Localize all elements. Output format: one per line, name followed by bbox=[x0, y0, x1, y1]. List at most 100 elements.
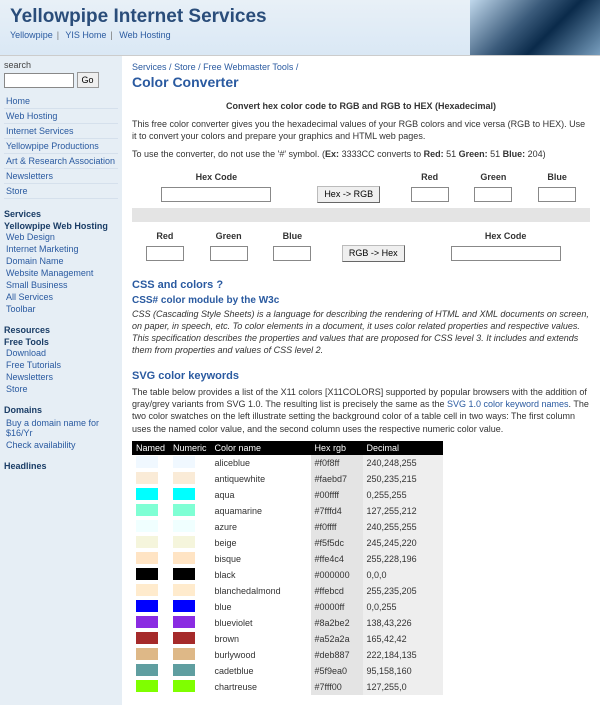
service-item-1[interactable]: Internet Marketing bbox=[4, 243, 118, 255]
color-dec: 127,255,0 bbox=[363, 679, 443, 695]
service-item-6[interactable]: Toolbar bbox=[4, 303, 118, 315]
services-list: Web DesignInternet MarketingDomain NameW… bbox=[4, 231, 118, 315]
color-dec: 240,255,255 bbox=[363, 519, 443, 535]
color-hex: #8a2be2 bbox=[311, 615, 363, 631]
search-button[interactable]: Go bbox=[77, 72, 99, 88]
crumb-services[interactable]: Services bbox=[132, 62, 167, 72]
crumb-tools[interactable]: Free Webmaster Tools bbox=[203, 62, 293, 72]
color-row: cadetblue#5f9ea095,158,160 bbox=[132, 663, 443, 679]
resource-item-0[interactable]: Download bbox=[4, 347, 118, 359]
swatch-numeric bbox=[173, 584, 195, 596]
hex-to-rgb-button[interactable]: Hex -> RGB bbox=[317, 186, 380, 203]
blue-output[interactable] bbox=[538, 187, 576, 202]
color-row: chartreuse#7fff00127,255,0 bbox=[132, 679, 443, 695]
nav-item-3[interactable]: Yellowpipe Productions bbox=[4, 139, 118, 154]
service-item-2[interactable]: Domain Name bbox=[4, 255, 118, 267]
swatch-named bbox=[136, 600, 158, 612]
color-name: aqua bbox=[211, 487, 311, 503]
topnav-yellowpipe[interactable]: Yellowpipe bbox=[10, 30, 53, 40]
svg-keyword-link[interactable]: SVG 1.0 color keyword names bbox=[447, 399, 569, 409]
green-input[interactable] bbox=[210, 246, 248, 261]
color-name: aliceblue bbox=[211, 455, 311, 471]
description: Convert hex color code to RGB and RGB to… bbox=[132, 100, 590, 161]
swatch-named bbox=[136, 456, 158, 468]
topnav-yis-home[interactable]: YIS Home bbox=[65, 30, 106, 40]
resource-item-3[interactable]: Store bbox=[4, 383, 118, 395]
swatch-named bbox=[136, 648, 158, 660]
color-dec: 0,0,0 bbox=[363, 567, 443, 583]
divider-band bbox=[132, 208, 590, 222]
color-dec: 245,245,220 bbox=[363, 535, 443, 551]
rgb-to-hex-button[interactable]: RGB -> Hex bbox=[342, 245, 405, 262]
swatch-named bbox=[136, 536, 158, 548]
main-content: Services / Store / Free Webmaster Tools … bbox=[122, 56, 600, 705]
nav-item-0[interactable]: Home bbox=[4, 94, 118, 109]
green-header: Green bbox=[462, 171, 524, 183]
svg-heading: SVG color keywords bbox=[132, 370, 590, 382]
color-row: brown#a52a2a165,42,42 bbox=[132, 631, 443, 647]
color-name: black bbox=[211, 567, 311, 583]
color-dec: 250,235,215 bbox=[363, 471, 443, 487]
color-dec: 127,255,212 bbox=[363, 503, 443, 519]
swatch-numeric bbox=[173, 680, 195, 692]
swatch-named bbox=[136, 584, 158, 596]
color-dec: 255,235,205 bbox=[363, 583, 443, 599]
service-item-5[interactable]: All Services bbox=[4, 291, 118, 303]
nav-item-6[interactable]: Store bbox=[4, 184, 118, 199]
swatch-named bbox=[136, 568, 158, 580]
hex-output[interactable] bbox=[451, 246, 561, 261]
resource-item-2[interactable]: Newsletters bbox=[4, 371, 118, 383]
color-row: aquamarine#7fffd4127,255,212 bbox=[132, 503, 443, 519]
nav-item-2[interactable]: Internet Services bbox=[4, 124, 118, 139]
nav-item-1[interactable]: Web Hosting bbox=[4, 109, 118, 124]
service-item-4[interactable]: Small Business bbox=[4, 279, 118, 291]
swatch-named bbox=[136, 488, 158, 500]
color-hex: #f0f8ff bbox=[311, 455, 363, 471]
color-hex: #7fffd4 bbox=[311, 503, 363, 519]
color-dec: 255,228,196 bbox=[363, 551, 443, 567]
color-row: aliceblue#f0f8ff240,248,255 bbox=[132, 455, 443, 471]
green-header-2: Green bbox=[198, 230, 260, 242]
header: Yellowpipe Internet Services Yellowpipe|… bbox=[0, 0, 600, 56]
color-row: azure#f0ffff240,255,255 bbox=[132, 519, 443, 535]
header-art bbox=[470, 0, 600, 56]
domain-buy-link[interactable]: Buy a domain name for $16/Yr bbox=[4, 417, 118, 439]
blue-input[interactable] bbox=[273, 246, 311, 261]
nav-item-5[interactable]: Newsletters bbox=[4, 169, 118, 184]
domain-check-link[interactable]: Check availability bbox=[4, 439, 118, 451]
green-output[interactable] bbox=[474, 187, 512, 202]
color-hex: #ffe4c4 bbox=[311, 551, 363, 567]
swatch-numeric bbox=[173, 536, 195, 548]
color-dec: 138,43,226 bbox=[363, 615, 443, 631]
color-table: Named Numeric Color name Hex rgb Decimal… bbox=[132, 441, 443, 695]
col-hex: Hex rgb bbox=[311, 441, 363, 455]
intro-p2: To use the converter, do not use the '#'… bbox=[132, 148, 590, 160]
swatch-numeric bbox=[173, 472, 195, 484]
color-hex: #00ffff bbox=[311, 487, 363, 503]
hex-to-rgb-block: Hex Code Red Green Blue Hex -> RGB Red bbox=[132, 169, 590, 265]
service-item-3[interactable]: Website Management bbox=[4, 267, 118, 279]
red-input[interactable] bbox=[146, 246, 184, 261]
resource-item-1[interactable]: Free Tutorials bbox=[4, 359, 118, 371]
red-header-2: Red bbox=[134, 230, 196, 242]
color-dec: 240,248,255 bbox=[363, 455, 443, 471]
svg-paragraph: The table below provides a list of the X… bbox=[132, 386, 590, 435]
color-row: black#0000000,0,0 bbox=[132, 567, 443, 583]
service-item-0[interactable]: Web Design bbox=[4, 231, 118, 243]
blue-header-2: Blue bbox=[262, 230, 324, 242]
domains-list: Buy a domain name for $16/Yr Check avail… bbox=[4, 417, 118, 451]
swatch-named bbox=[136, 616, 158, 628]
crumb-store[interactable]: Store bbox=[174, 62, 196, 72]
topnav-web-hosting[interactable]: Web Hosting bbox=[119, 30, 170, 40]
swatch-numeric bbox=[173, 632, 195, 644]
red-output[interactable] bbox=[411, 187, 449, 202]
color-dec: 95,158,160 bbox=[363, 663, 443, 679]
hex-input[interactable] bbox=[161, 187, 271, 202]
search-box: search Go bbox=[4, 60, 118, 88]
color-name: burlywood bbox=[211, 647, 311, 663]
col-numeric: Numeric bbox=[169, 441, 211, 455]
search-input[interactable] bbox=[4, 73, 74, 88]
nav-item-4[interactable]: Art & Research Association bbox=[4, 154, 118, 169]
page-title: Color Converter bbox=[132, 74, 590, 90]
swatch-numeric bbox=[173, 568, 195, 580]
